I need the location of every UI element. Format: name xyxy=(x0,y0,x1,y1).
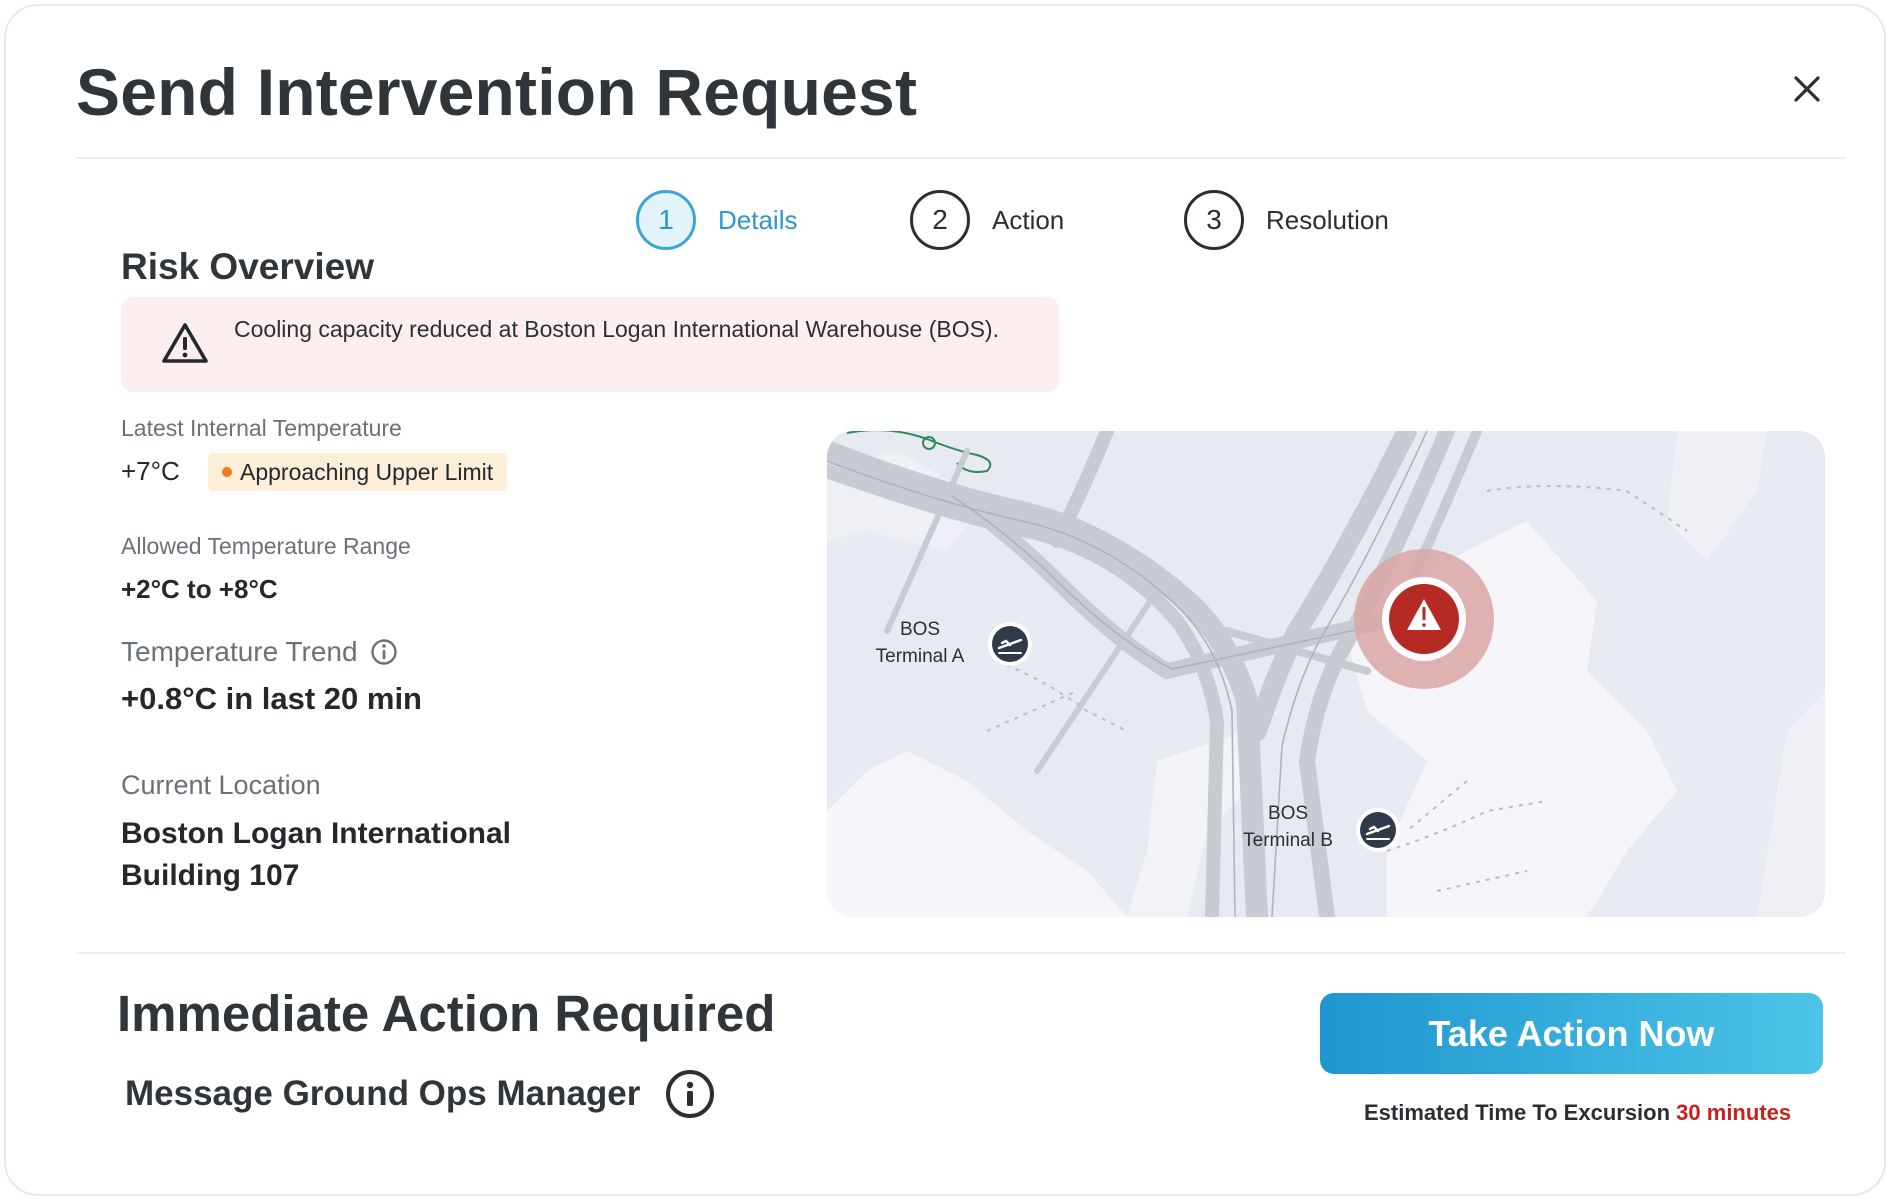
warning-triangle-icon xyxy=(162,323,208,363)
map-canvas: BOS Terminal A BOS Terminal B xyxy=(827,431,1825,917)
status-dot xyxy=(222,467,232,477)
terminal-a-name: Terminal A xyxy=(876,646,965,667)
location-line-2: Building 107 xyxy=(121,859,300,892)
status-badge-label: Approaching Upper Limit xyxy=(240,458,494,485)
latest-temp-label: Latest Internal Temperature xyxy=(121,415,402,441)
message-ground-ops-label: Message Ground Ops Manager xyxy=(125,1074,641,1113)
risk-alert: Cooling capacity reduced at Boston Logan… xyxy=(121,297,1059,392)
info-glyph xyxy=(687,1081,694,1106)
terminal-b-name: Terminal B xyxy=(1243,830,1333,851)
step-label: Details xyxy=(718,204,798,235)
trend-label: Temperature Trend xyxy=(121,636,358,667)
dialog-title: Send Intervention Request xyxy=(76,55,918,129)
latest-temp-value: +7°C xyxy=(121,456,180,486)
step-action[interactable]: 2 Action xyxy=(910,190,1064,250)
step-label: Action xyxy=(992,204,1065,235)
alert-message: Cooling capacity reduced at Boston Logan… xyxy=(234,316,999,342)
location-label: Current Location xyxy=(121,770,321,800)
trend-label-row: Temperature Trend xyxy=(121,636,398,668)
step-resolution[interactable]: 3 Resolution xyxy=(1184,190,1389,250)
header-divider xyxy=(76,157,1846,159)
eta-label: Estimated Time To Excursion xyxy=(1364,1100,1671,1125)
status-badge: Approaching Upper Limit xyxy=(208,453,508,491)
airplane-departure-icon[interactable] xyxy=(1356,808,1400,852)
allowed-range-label: Allowed Temperature Range xyxy=(121,533,411,559)
step-number: 3 xyxy=(1184,190,1244,250)
info-icon[interactable] xyxy=(370,638,398,666)
trend-value: +0.8°C in last 20 min xyxy=(121,681,422,716)
estimated-time-to-excursion: Estimated Time To Excursion 30 minutes xyxy=(1364,1100,1791,1126)
step-label: Resolution xyxy=(1266,204,1389,235)
location-line-1: Boston Logan International xyxy=(121,817,511,850)
take-action-now-button[interactable]: Take Action Now xyxy=(1320,993,1823,1074)
risk-overview-title: Risk Overview xyxy=(121,246,374,287)
close-icon xyxy=(1794,76,1820,102)
step-number: 1 xyxy=(636,190,696,250)
section-divider xyxy=(76,952,1846,954)
immediate-action-title: Immediate Action Required xyxy=(117,985,776,1042)
allowed-range-value: +2°C to +8°C xyxy=(121,574,278,604)
close-button[interactable] xyxy=(1784,66,1830,112)
message-row: Message Ground Ops Manager xyxy=(125,1070,715,1118)
airplane-departure-icon[interactable] xyxy=(988,622,1032,666)
risk-marker[interactable] xyxy=(1354,549,1494,689)
step-details[interactable]: 1 Details xyxy=(636,190,797,250)
location-map[interactable]: BOS Terminal A BOS Terminal B xyxy=(827,431,1825,917)
step-number: 2 xyxy=(910,190,970,250)
terminal-a-code: BOS xyxy=(900,619,940,640)
intervention-dialog: Send Intervention Request 1 Details 2 Ac… xyxy=(4,4,1886,1196)
info-icon[interactable] xyxy=(666,1070,715,1118)
eta-value: 30 minutes xyxy=(1676,1100,1792,1125)
terminal-b-code: BOS xyxy=(1268,803,1308,824)
